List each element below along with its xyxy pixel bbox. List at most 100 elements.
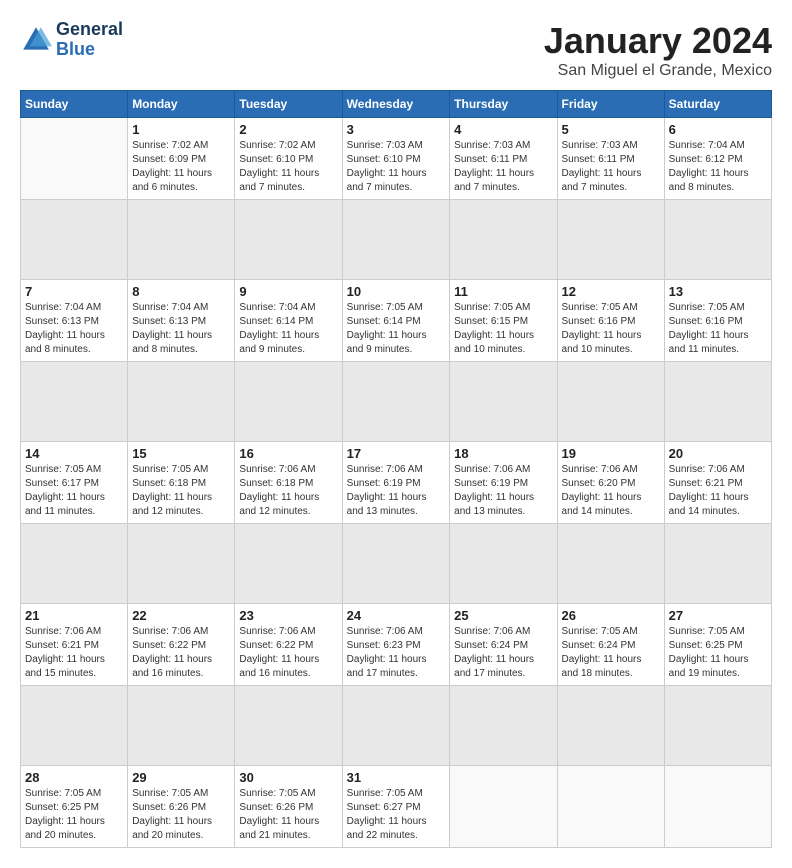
table-row: 28 Sunrise: 7:05 AMSunset: 6:25 PMDayligh… — [21, 766, 128, 848]
calendar-header-row: Sunday Monday Tuesday Wednesday Thursday… — [21, 91, 772, 118]
day-info: Sunrise: 7:05 AMSunset: 6:27 PMDaylight:… — [347, 787, 446, 843]
day-number: 4 — [454, 122, 552, 137]
table-row: 15 Sunrise: 7:05 AMSunset: 6:18 PMDayligh… — [128, 442, 235, 524]
day-number: 25 — [454, 608, 552, 623]
week-divider — [21, 686, 772, 766]
day-info: Sunrise: 7:05 AMSunset: 6:26 PMDaylight:… — [239, 787, 337, 843]
day-info: Sunrise: 7:06 AMSunset: 6:19 PMDaylight:… — [347, 463, 446, 519]
day-number: 12 — [562, 284, 660, 299]
col-tuesday: Tuesday — [235, 91, 342, 118]
day-info: Sunrise: 7:03 AMSunset: 6:10 PMDaylight:… — [347, 139, 446, 195]
table-row: 11Sunrise: 7:05 AMSunset: 6:15 PMDayligh… — [450, 280, 557, 362]
day-info: Sunrise: 7:05 AMSunset: 6:16 PMDaylight:… — [562, 301, 660, 357]
day-info: Sunrise: 7:05 AMSunset: 6:25 PMDaylight:… — [25, 787, 123, 843]
table-row: 10Sunrise: 7:05 AMSunset: 6:14 PMDayligh… — [342, 280, 450, 362]
day-number: 20 — [669, 446, 767, 461]
table-row: 21Sunrise: 7:06 AMSunset: 6:21 PMDayligh… — [21, 604, 128, 686]
day-info: Sunrise: 7:06 AMSunset: 6:24 PMDaylight:… — [454, 625, 552, 681]
day-info: Sunrise: 7:06 AMSunset: 6:19 PMDaylight:… — [454, 463, 552, 519]
table-row — [450, 766, 557, 848]
table-row: 8 Sunrise: 7:04 AMSunset: 6:13 PMDaylight… — [128, 280, 235, 362]
table-row: 2 Sunrise: 7:02 AMSunset: 6:10 PMDaylight… — [235, 118, 342, 200]
table-row — [664, 766, 771, 848]
table-row: 13 Sunrise: 7:05 AMSunset: 6:16 PMDayligh… — [664, 280, 771, 362]
logo: General Blue — [20, 20, 123, 60]
day-info: Sunrise: 7:05 AMSunset: 6:14 PMDaylight:… — [347, 301, 446, 357]
day-number: 17 — [347, 446, 446, 461]
day-info: Sunrise: 7:05 AMSunset: 6:16 PMDaylight:… — [669, 301, 767, 357]
col-saturday: Saturday — [664, 91, 771, 118]
day-info: Sunrise: 7:05 AMSunset: 6:18 PMDaylight:… — [132, 463, 230, 519]
calendar-row: 14Sunrise: 7:05 AMSunset: 6:17 PMDayligh… — [21, 442, 772, 524]
day-number: 15 — [132, 446, 230, 461]
table-row: 5Sunrise: 7:03 AMSunset: 6:11 PMDaylight… — [557, 118, 664, 200]
table-row: 14Sunrise: 7:05 AMSunset: 6:17 PMDayligh… — [21, 442, 128, 524]
table-row: 7 Sunrise: 7:04 AMSunset: 6:13 PMDaylight… — [21, 280, 128, 362]
week-divider — [21, 524, 772, 604]
day-info: Sunrise: 7:06 AMSunset: 6:22 PMDaylight:… — [239, 625, 337, 681]
day-info: Sunrise: 7:05 AMSunset: 6:26 PMDaylight:… — [132, 787, 230, 843]
table-row — [21, 118, 128, 200]
day-number: 29 — [132, 770, 230, 785]
day-info: Sunrise: 7:04 AMSunset: 6:13 PMDaylight:… — [25, 301, 123, 357]
day-info: Sunrise: 7:06 AMSunset: 6:22 PMDaylight:… — [132, 625, 230, 681]
calendar-row: 21Sunrise: 7:06 AMSunset: 6:21 PMDayligh… — [21, 604, 772, 686]
table-row: 6Sunrise: 7:04 AMSunset: 6:12 PMDaylight… — [664, 118, 771, 200]
day-number: 8 — [132, 284, 230, 299]
week-divider — [21, 362, 772, 442]
table-row: 3 Sunrise: 7:03 AMSunset: 6:10 PMDaylight… — [342, 118, 450, 200]
day-number: 9 — [239, 284, 337, 299]
table-row: 27 Sunrise: 7:05 AMSunset: 6:25 PMDayligh… — [664, 604, 771, 686]
col-friday: Friday — [557, 91, 664, 118]
calendar-row: 7 Sunrise: 7:04 AMSunset: 6:13 PMDaylight… — [21, 280, 772, 362]
table-row: 4 Sunrise: 7:03 AMSunset: 6:11 PMDaylight… — [450, 118, 557, 200]
table-row: 17 Sunrise: 7:06 AMSunset: 6:19 PMDayligh… — [342, 442, 450, 524]
day-number: 7 — [25, 284, 123, 299]
day-number: 3 — [347, 122, 446, 137]
day-info: Sunrise: 7:05 AMSunset: 6:24 PMDaylight:… — [562, 625, 660, 681]
day-number: 2 — [239, 122, 337, 137]
day-info: Sunrise: 7:03 AMSunset: 6:11 PMDaylight:… — [562, 139, 660, 195]
day-number: 31 — [347, 770, 446, 785]
page-header: General Blue January 2024 San Miguel el … — [20, 20, 772, 80]
day-number: 27 — [669, 608, 767, 623]
calendar-row: 28 Sunrise: 7:05 AMSunset: 6:25 PMDayligh… — [21, 766, 772, 848]
day-info: Sunrise: 7:04 AMSunset: 6:13 PMDaylight:… — [132, 301, 230, 357]
table-row: 16Sunrise: 7:06 AMSunset: 6:18 PMDayligh… — [235, 442, 342, 524]
month-title: January 2024 — [544, 20, 772, 62]
day-number: 26 — [562, 608, 660, 623]
day-number: 28 — [25, 770, 123, 785]
day-number: 30 — [239, 770, 337, 785]
day-info: Sunrise: 7:06 AMSunset: 6:18 PMDaylight:… — [239, 463, 337, 519]
day-info: Sunrise: 7:02 AMSunset: 6:09 PMDaylight:… — [132, 139, 230, 195]
title-area: January 2024 San Miguel el Grande, Mexic… — [544, 20, 772, 80]
table-row: 1 Sunrise: 7:02 AMSunset: 6:09 PMDaylight… — [128, 118, 235, 200]
week-divider — [21, 200, 772, 280]
day-number: 11 — [454, 284, 552, 299]
day-info: Sunrise: 7:04 AMSunset: 6:14 PMDaylight:… — [239, 301, 337, 357]
day-number: 19 — [562, 446, 660, 461]
table-row: 12 Sunrise: 7:05 AMSunset: 6:16 PMDayligh… — [557, 280, 664, 362]
day-info: Sunrise: 7:06 AMSunset: 6:20 PMDaylight:… — [562, 463, 660, 519]
day-info: Sunrise: 7:02 AMSunset: 6:10 PMDaylight:… — [239, 139, 337, 195]
col-thursday: Thursday — [450, 91, 557, 118]
day-info: Sunrise: 7:06 AMSunset: 6:23 PMDaylight:… — [347, 625, 446, 681]
day-number: 24 — [347, 608, 446, 623]
day-info: Sunrise: 7:05 AMSunset: 6:17 PMDaylight:… — [25, 463, 123, 519]
calendar-row: 1 Sunrise: 7:02 AMSunset: 6:09 PMDaylight… — [21, 118, 772, 200]
day-number: 6 — [669, 122, 767, 137]
day-number: 22 — [132, 608, 230, 623]
table-row: 29 Sunrise: 7:05 AMSunset: 6:26 PMDayligh… — [128, 766, 235, 848]
table-row: 20Sunrise: 7:06 AMSunset: 6:21 PMDayligh… — [664, 442, 771, 524]
day-info: Sunrise: 7:03 AMSunset: 6:11 PMDaylight:… — [454, 139, 552, 195]
table-row — [557, 766, 664, 848]
table-row: 25 Sunrise: 7:06 AMSunset: 6:24 PMDayligh… — [450, 604, 557, 686]
logo-text: General Blue — [56, 20, 123, 60]
day-info: Sunrise: 7:05 AMSunset: 6:25 PMDaylight:… — [669, 625, 767, 681]
day-number: 13 — [669, 284, 767, 299]
table-row: 22 Sunrise: 7:06 AMSunset: 6:22 PMDayligh… — [128, 604, 235, 686]
day-number: 1 — [132, 122, 230, 137]
day-number: 18 — [454, 446, 552, 461]
logo-icon — [20, 24, 52, 56]
day-number: 23 — [239, 608, 337, 623]
